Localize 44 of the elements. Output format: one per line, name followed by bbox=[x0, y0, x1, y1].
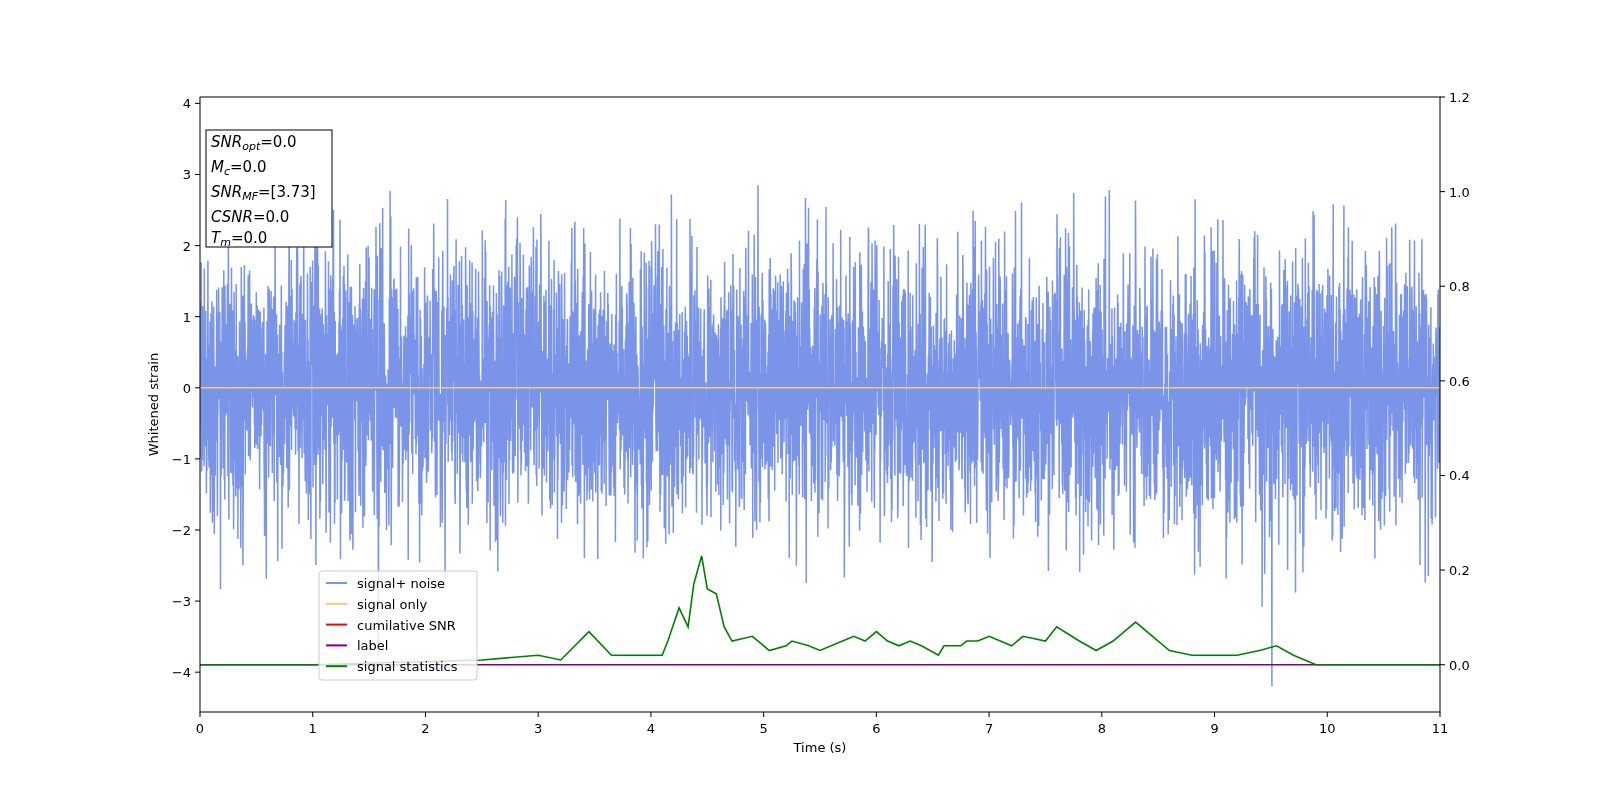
legend-label: signal+ noise bbox=[357, 576, 446, 591]
tick-label: 2 bbox=[182, 238, 191, 254]
legend-swatch bbox=[325, 665, 348, 668]
tick-label: 0 bbox=[182, 380, 191, 396]
tick-label: 4 bbox=[182, 96, 191, 112]
legend-swatch bbox=[325, 644, 348, 647]
tick-label: 4 bbox=[646, 721, 656, 736]
tick-label: 1 bbox=[308, 721, 317, 736]
tick-label: 7 bbox=[984, 721, 994, 736]
tick-label: 10 bbox=[1319, 721, 1336, 736]
tick-label: −2 bbox=[171, 523, 191, 538]
annotation-text: SNR$_{opt}$=0.0 bbox=[211, 132, 298, 155]
tick-label: 0.6 bbox=[1449, 373, 1470, 389]
axis-title: Time (s) bbox=[793, 740, 847, 755]
tick-label: 6 bbox=[872, 721, 881, 736]
annotation-text: SNR$_{MF}$=[3.73] bbox=[211, 182, 317, 205]
tick-label: 3 bbox=[182, 167, 191, 183]
axis-title: Whitened strain bbox=[146, 352, 161, 457]
tick-label: −1 bbox=[171, 451, 191, 467]
tick-label: 9 bbox=[1210, 721, 1219, 736]
annotation-text: CSNR=0.0 bbox=[211, 207, 291, 228]
tick-label: −3 bbox=[171, 594, 191, 610]
legend-swatch bbox=[325, 602, 348, 605]
tick-label: −4 bbox=[171, 665, 191, 681]
legend-label: signal only bbox=[357, 596, 428, 612]
legend-label: signal statistics bbox=[357, 659, 458, 675]
tick-label: 0.8 bbox=[1449, 279, 1470, 295]
tick-label: 0.4 bbox=[1449, 468, 1470, 484]
legend-swatch bbox=[325, 623, 348, 626]
tick-label: 3 bbox=[534, 721, 543, 736]
tick-label: 5 bbox=[759, 721, 768, 736]
tick-label: 0.2 bbox=[1449, 563, 1470, 579]
annotation-text: M$_{c}$=0.0 bbox=[211, 157, 268, 180]
annotation-text: T$_{m}$=0.0 bbox=[211, 228, 269, 247]
tick-label: 0 bbox=[195, 721, 205, 736]
tick-label: 8 bbox=[1097, 721, 1106, 736]
tick-label: 1.2 bbox=[1449, 90, 1470, 105]
tick-label: 1 bbox=[182, 309, 191, 325]
tick-label: 1.0 bbox=[1449, 184, 1470, 200]
legend-label: label bbox=[357, 638, 389, 654]
tick-label: 0.0 bbox=[1449, 657, 1470, 673]
tick-label: 11 bbox=[1431, 721, 1449, 736]
legend-label: cumilative SNR bbox=[357, 617, 456, 633]
tick-label: 2 bbox=[421, 721, 430, 736]
